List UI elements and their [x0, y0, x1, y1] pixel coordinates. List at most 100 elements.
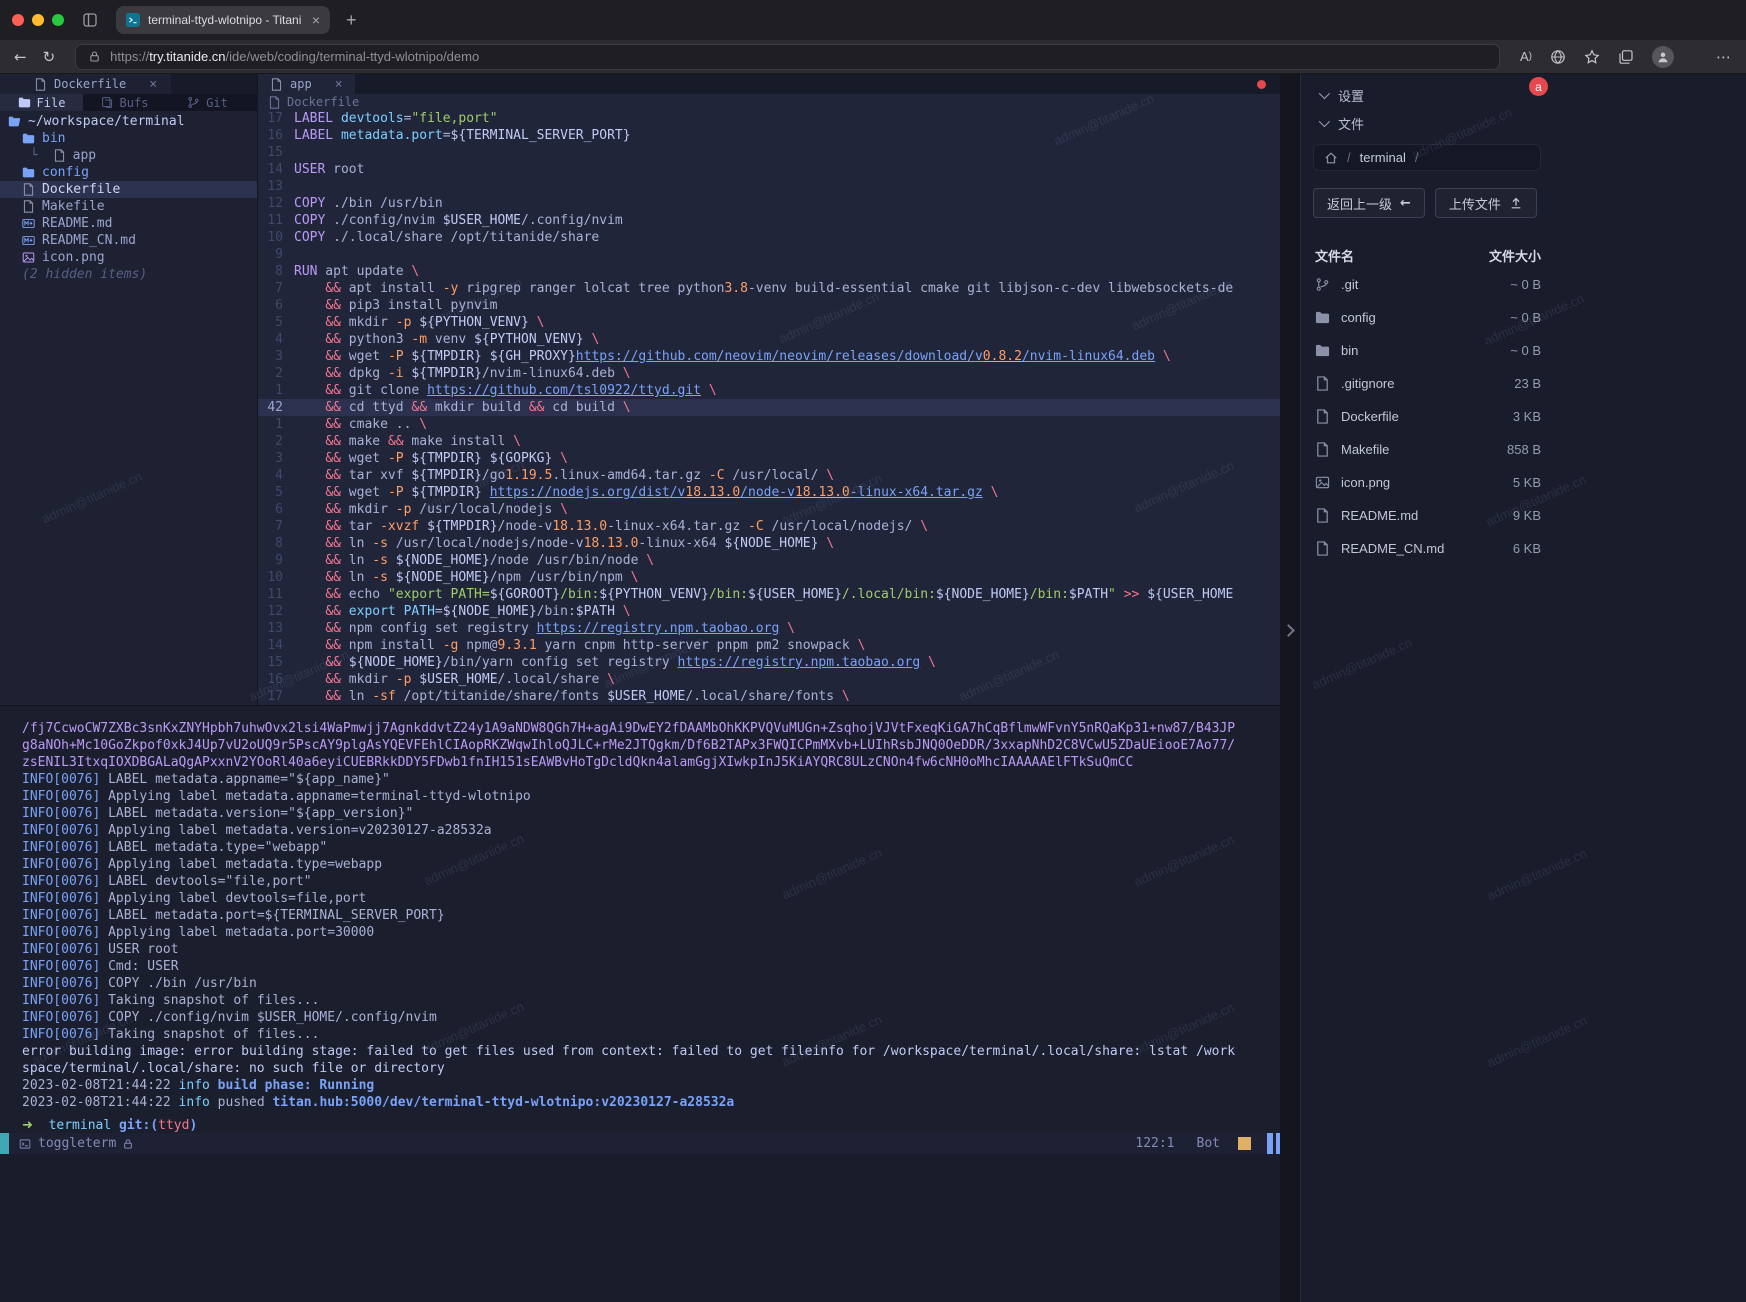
code-area[interactable]: 17LABEL devtools="file,port"16LABEL meta… — [258, 110, 1280, 705]
code-line[interactable]: 10COPY ./.local/share /opt/titanide/shar… — [258, 229, 1280, 246]
sidebar-tab-git[interactable]: Git — [166, 94, 249, 111]
tree-item-icon.png[interactable]: icon.png — [0, 249, 257, 266]
section-settings[interactable]: 设置 — [1301, 83, 1746, 107]
tab-close-icon[interactable]: × — [312, 12, 320, 28]
collections-icon[interactable] — [1618, 49, 1634, 65]
tree-item-readme.md[interactable]: README.md — [0, 215, 257, 232]
code-line[interactable]: 1 && git clone https://github.com/tsl092… — [258, 382, 1280, 399]
section-files[interactable]: 文件 — [1301, 111, 1746, 135]
code-line[interactable]: 15 && ${NODE_HOME}/bin/yarn config set r… — [258, 654, 1280, 671]
code-line[interactable]: 1 && cmake .. \ — [258, 416, 1280, 433]
code-line[interactable]: 12COPY ./bin /usr/bin — [258, 195, 1280, 212]
code-line[interactable]: 16LABEL metadata.port=${TERMINAL_SERVER_… — [258, 127, 1280, 144]
translate-icon[interactable] — [1550, 49, 1566, 65]
file-row-readme.md[interactable]: README.md9 KB — [1315, 499, 1541, 532]
line-number: 3 — [258, 450, 294, 467]
file-row-.git[interactable]: .git~ 0 B — [1315, 268, 1541, 301]
buffer-close-icon[interactable]: × — [149, 77, 157, 92]
upload-button[interactable]: 上传文件 — [1435, 188, 1537, 218]
code-line[interactable]: 3 && wget -P ${TMPDIR} ${GOPKG} \ — [258, 450, 1280, 467]
profile-avatar[interactable] — [1652, 46, 1674, 68]
line-number: 13 — [258, 178, 294, 195]
code-line[interactable]: 8 && ln -s /usr/local/nodejs/node-v18.13… — [258, 535, 1280, 552]
code-line[interactable]: 3 && wget -P ${TMPDIR} ${GH_PROXY}https:… — [258, 348, 1280, 365]
code-line[interactable]: 17LABEL devtools="file,port" — [258, 110, 1280, 127]
go-up-button[interactable]: 返回上一级 ← — [1313, 188, 1425, 218]
file-row-icon.png[interactable]: icon.png5 KB — [1315, 466, 1541, 499]
file-row-dockerfile[interactable]: Dockerfile3 KB — [1315, 400, 1541, 433]
tree-item-2hiddenitems[interactable]: (2 hidden items) — [0, 266, 257, 283]
window-minimize-button[interactable] — [32, 14, 44, 26]
sidebar-tab-bufs[interactable]: Bufs — [83, 94, 166, 111]
read-aloud-icon[interactable]: A) — [1520, 49, 1532, 64]
code-line[interactable]: 5 && mkdir -p ${PYTHON_VENV} \ — [258, 314, 1280, 331]
breadcrumb[interactable]: / terminal / — [1313, 144, 1541, 171]
breadcrumb-folder[interactable]: terminal — [1360, 150, 1406, 165]
code-line[interactable]: 6 && mkdir -p /usr/local/nodejs \ — [258, 501, 1280, 518]
lock-icon[interactable] — [88, 50, 101, 63]
scroll-indicator[interactable] — [1267, 1133, 1273, 1154]
code-line[interactable]: 11 && echo "export PATH=${GOROOT}/bin:${… — [258, 586, 1280, 603]
reload-button[interactable]: ↻ — [43, 48, 56, 66]
code-line[interactable]: 17 && ln -sf /opt/titanide/share/fonts $… — [258, 688, 1280, 705]
back-button[interactable]: ← — [14, 48, 27, 66]
code-line[interactable]: 14USER root — [258, 161, 1280, 178]
notification-badge[interactable]: a — [1529, 77, 1548, 96]
favorites-star-icon[interactable] — [1584, 49, 1600, 65]
code-line[interactable]: 13 — [258, 178, 1280, 195]
file-row-readme_cn.md[interactable]: README_CN.md6 KB — [1315, 532, 1541, 565]
home-icon[interactable] — [1324, 151, 1338, 165]
sidebar-tab-file[interactable]: File — [0, 94, 83, 111]
code-line[interactable]: 5 && wget -P ${TMPDIR} https://nodejs.or… — [258, 484, 1280, 501]
browser-tab[interactable]: terminal-ttyd-wlotnipo - Titani × — [116, 6, 330, 34]
tree-item-dockerfile[interactable]: Dockerfile — [0, 181, 257, 198]
menu-icon[interactable]: ⋯ — [1716, 48, 1732, 66]
code-line[interactable]: 11COPY ./config/nvim $USER_HOME/.config/… — [258, 212, 1280, 229]
code-line[interactable]: 14 && npm install -g npm@9.3.1 yarn cnpm… — [258, 637, 1280, 654]
editor-tab-close-icon[interactable]: × — [335, 77, 343, 92]
file-row-.gitignore[interactable]: .gitignore23 B — [1315, 367, 1541, 400]
window-close-button[interactable] — [12, 14, 24, 26]
code-line[interactable]: 7 && apt install -y ripgrep ranger lolca… — [258, 280, 1280, 297]
tree-item-~workspaceterminal[interactable]: ~/workspace/terminal — [0, 113, 257, 130]
code-line[interactable]: 6 && pip3 install pynvim — [258, 297, 1280, 314]
file-row-config[interactable]: config~ 0 B — [1315, 301, 1541, 334]
file-row-makefile[interactable]: Makefile858 B — [1315, 433, 1541, 466]
code-line[interactable]: 10 && ln -s ${NODE_HOME}/npm /usr/bin/np… — [258, 569, 1280, 586]
code-line[interactable]: 13 && npm config set registry https://re… — [258, 620, 1280, 637]
tree-item-bin[interactable]: bin — [0, 130, 257, 147]
terminal-panel[interactable]: /fj7CcwoCW7ZXBc3snKxZNYHpbh7uhwOvx2lsi4W… — [0, 705, 1280, 1133]
terminal-line: INFO[0076] Applying label metadata.versi… — [22, 822, 1280, 839]
tree-item-makefile[interactable]: Makefile — [0, 198, 257, 215]
close-indicator-dot[interactable] — [1257, 80, 1266, 89]
code-line[interactable]: 8RUN apt update \ — [258, 263, 1280, 280]
editor-tab-label: app — [290, 77, 312, 91]
code-line[interactable]: 16 && mkdir -p $USER_HOME/.local/share \ — [258, 671, 1280, 688]
code-line-current[interactable]: 42 && cd ttyd && mkdir build && cd build… — [258, 399, 1280, 416]
editor[interactable]: app × Dockerfile 17LABEL devtools="file,… — [258, 74, 1280, 705]
editor-tab-app[interactable]: app × — [258, 74, 355, 94]
code-line[interactable]: 4 && tar xvf ${TMPDIR}/go1.19.5.linux-am… — [258, 467, 1280, 484]
panel-gutter — [1280, 74, 1300, 1302]
address-bar[interactable]: https://try.titanide.cn/ide/web/coding/t… — [75, 44, 1500, 70]
code-line[interactable]: 2 && dpkg -i ${TMPDIR}/nvim-linux64.deb … — [258, 365, 1280, 382]
terminal-line: INFO[0076] Applying label devtools=file,… — [22, 890, 1280, 907]
code-line[interactable]: 15 — [258, 144, 1280, 161]
tree-item-app[interactable]: └ app — [0, 147, 257, 164]
terminal-line: INFO[0076] LABEL metadata.port=${TERMINA… — [22, 907, 1280, 924]
panel-collapse-handle[interactable] — [1282, 624, 1295, 637]
file-row-bin[interactable]: bin~ 0 B — [1315, 334, 1541, 367]
lock-icon — [122, 1138, 134, 1150]
code-line[interactable]: 9 — [258, 246, 1280, 263]
tree-item-readme_cn.md[interactable]: README_CN.md — [0, 232, 257, 249]
window-zoom-button[interactable] — [52, 14, 64, 26]
code-line[interactable]: 7 && tar -xvzf ${TMPDIR}/node-v18.13.0-l… — [258, 518, 1280, 535]
code-line[interactable]: 4 && python3 -m venv ${PYTHON_VENV} \ — [258, 331, 1280, 348]
code-line[interactable]: 9 && ln -s ${NODE_HOME}/node /usr/bin/no… — [258, 552, 1280, 569]
tree-item-config[interactable]: config — [0, 164, 257, 181]
code-line[interactable]: 2 && make && make install \ — [258, 433, 1280, 450]
new-tab-button[interactable]: + — [346, 10, 357, 31]
code-line[interactable]: 12 && export PATH=${NODE_HOME}/bin:$PATH… — [258, 603, 1280, 620]
tab-overview-icon[interactable] — [82, 12, 98, 28]
sidebar-buffer-tab[interactable]: Dockerfile × — [0, 74, 171, 94]
